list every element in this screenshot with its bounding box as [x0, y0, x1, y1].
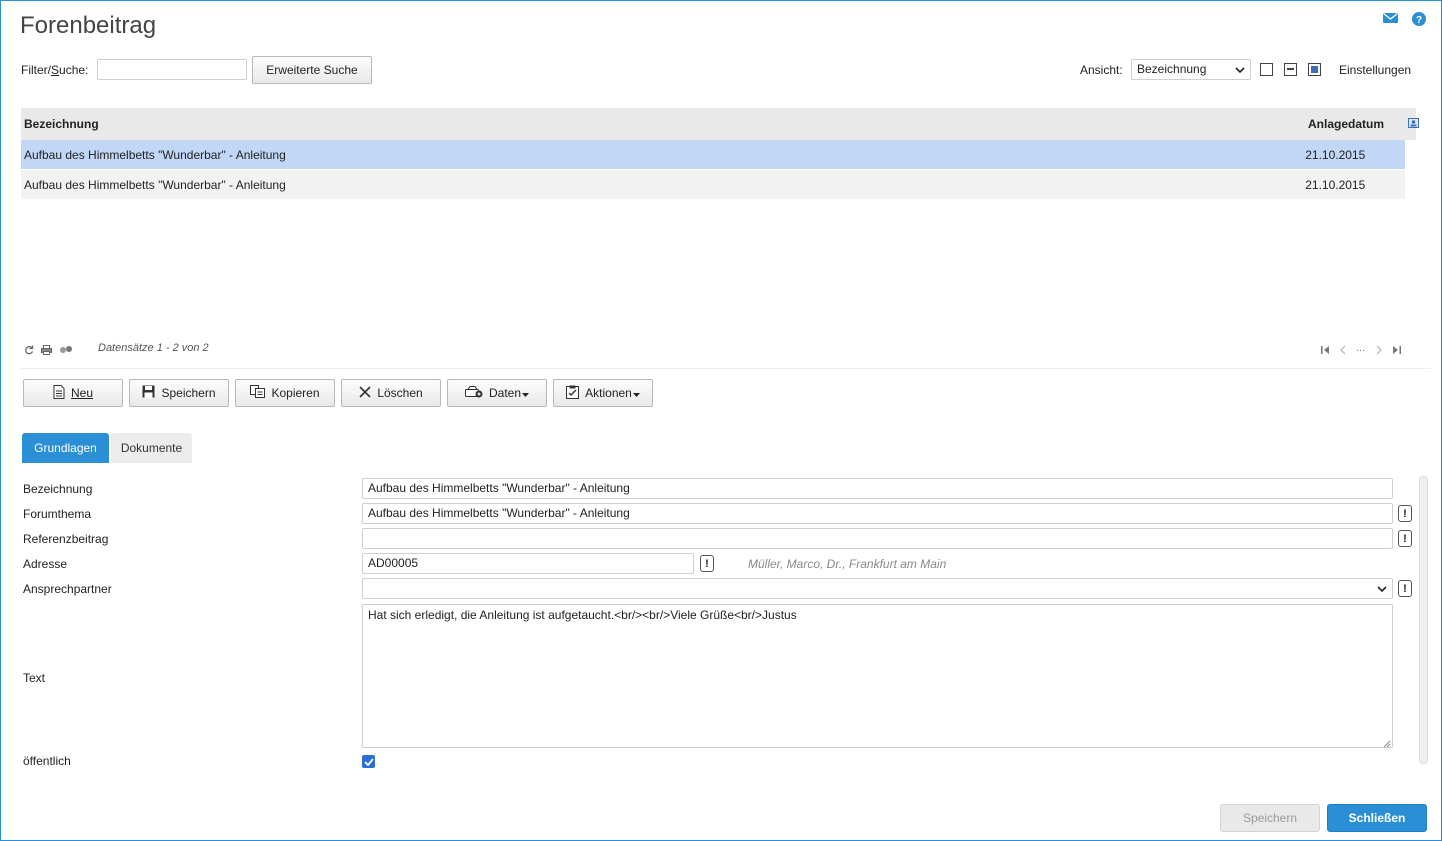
- toggle-icon[interactable]: [59, 344, 73, 358]
- column-header-anlagedatum[interactable]: Anlagedatum: [1308, 117, 1408, 131]
- adresse-label: Adresse: [23, 557, 68, 571]
- column-header-bezeichnung[interactable]: Bezeichnung: [21, 117, 1308, 131]
- copy-button-label: Kopieren: [271, 386, 320, 400]
- cell-anlagedatum: 21.10.2015: [1305, 177, 1366, 192]
- text-area[interactable]: Hat sich erledigt, die Anleitung ist auf…: [362, 604, 1393, 748]
- chevron-down-icon: [1377, 579, 1387, 598]
- ansprechpartner-select[interactable]: [362, 578, 1393, 599]
- delete-button-label: Löschen: [377, 386, 423, 400]
- data-menu-label: Daten: [488, 386, 522, 400]
- new-button-label: Neu: [70, 386, 93, 400]
- cell-bezeichnung: Aufbau des Himmelbetts "Wunderbar" - Anl…: [24, 177, 286, 192]
- view-single-icon[interactable]: [1260, 63, 1273, 76]
- records-grid: Bezeichnung Anlagedatum Aufbau des Himme…: [21, 108, 1419, 200]
- advanced-search-button[interactable]: Erweiterte Suche: [252, 56, 372, 84]
- cell-anlagedatum: 21.10.2015: [1305, 147, 1366, 162]
- copy-icon: [250, 385, 266, 401]
- ansprechpartner-lookup-button[interactable]: !: [1398, 580, 1412, 597]
- copy-button[interactable]: Kopieren: [235, 379, 335, 407]
- referenzbeitrag-label: Referenzbeitrag: [23, 532, 109, 546]
- bezeichnung-label: Bezeichnung: [23, 482, 93, 496]
- page-title: Forenbeitrag: [20, 12, 157, 39]
- footer-save-label: Speichern: [1242, 811, 1298, 825]
- close-button[interactable]: Schließen: [1327, 804, 1427, 832]
- view-full-icon[interactable]: [1308, 63, 1321, 76]
- footer-save-button[interactable]: Speichern: [1220, 804, 1320, 832]
- mail-icon[interactable]: [1383, 12, 1398, 24]
- grid-header: Bezeichnung Anlagedatum: [21, 108, 1419, 140]
- next-page-icon[interactable]: [1375, 344, 1383, 358]
- actions-menu-label: Aktionen: [585, 386, 632, 400]
- view-select[interactable]: Bezeichnung: [1131, 59, 1251, 80]
- column-chooser-icon[interactable]: [1408, 117, 1419, 131]
- ansprechpartner-label: Ansprechpartner: [23, 582, 112, 596]
- forumthema-field[interactable]: Aufbau des Himmelbetts "Wunderbar" - Anl…: [362, 503, 1393, 524]
- print-icon[interactable]: [41, 344, 52, 358]
- close-button-label: Schließen: [1348, 811, 1406, 825]
- oeffentlich-checkbox[interactable]: [362, 755, 375, 768]
- adresse-lookup-button[interactable]: !: [700, 555, 714, 572]
- chevron-down-icon: [1235, 60, 1245, 79]
- caret-down-icon: [522, 386, 530, 400]
- referenzbeitrag-lookup-button[interactable]: !: [1398, 530, 1412, 547]
- close-x-icon: [359, 385, 371, 401]
- save-button-label: Speichern: [161, 386, 216, 400]
- save-button[interactable]: Speichern: [129, 379, 229, 407]
- svg-text:?: ?: [1416, 15, 1422, 26]
- table-row[interactable]: Aufbau des Himmelbetts "Wunderbar" - Anl…: [21, 140, 1405, 170]
- table-row[interactable]: Aufbau des Himmelbetts "Wunderbar" - Anl…: [21, 170, 1405, 200]
- filter-label: Filter/Suche:: [21, 63, 89, 77]
- adresse-field[interactable]: AD00005: [362, 553, 694, 574]
- data-menu-button[interactable]: Daten: [447, 379, 547, 407]
- tab-grundlagen-label: Grundlagen: [34, 441, 97, 455]
- view-select-value: Bezeichnung: [1137, 62, 1207, 76]
- tab-grundlagen[interactable]: Grundlagen: [22, 433, 109, 463]
- tab-dokumente[interactable]: Dokumente: [111, 433, 192, 463]
- referenzbeitrag-field[interactable]: [362, 528, 1393, 549]
- prev-page-icon[interactable]: [1339, 344, 1347, 358]
- actions-menu-button[interactable]: Aktionen: [553, 379, 653, 407]
- tab-dokumente-label: Dokumente: [120, 441, 183, 455]
- data-icon: [464, 385, 483, 401]
- view-split-icon[interactable]: [1284, 63, 1297, 76]
- text-label: Text: [23, 671, 46, 685]
- advanced-search-label: Erweiterte Suche: [266, 63, 358, 77]
- settings-link[interactable]: Einstellungen: [1339, 63, 1411, 77]
- caret-down-icon: [632, 386, 640, 400]
- new-button[interactable]: Neu: [23, 379, 123, 407]
- bezeichnung-field[interactable]: Aufbau des Himmelbetts "Wunderbar" - Anl…: [362, 478, 1393, 499]
- search-input[interactable]: [97, 59, 247, 80]
- clipboard-icon: [566, 385, 580, 402]
- records-count: Datensätze 1 - 2 von 2: [98, 342, 209, 354]
- new-document-icon: [53, 384, 65, 402]
- oeffentlich-label: öffentlich: [23, 754, 71, 768]
- forumthema-lookup-button[interactable]: !: [1398, 505, 1412, 522]
- form-scrollbar[interactable]: [1419, 476, 1428, 764]
- delete-button[interactable]: Löschen: [341, 379, 441, 407]
- divider: [21, 368, 1431, 369]
- view-label: Ansicht:: [1080, 63, 1123, 77]
- resize-handle-icon[interactable]: [1382, 737, 1391, 751]
- first-page-icon[interactable]: [1320, 344, 1330, 358]
- pager-ellipsis: ...: [1356, 342, 1366, 354]
- help-icon[interactable]: ?: [1412, 12, 1426, 26]
- cell-bezeichnung: Aufbau des Himmelbetts "Wunderbar" - Anl…: [24, 147, 286, 162]
- refresh-icon[interactable]: [24, 344, 34, 358]
- adresse-info: Müller, Marco, Dr., Frankfurt am Main: [748, 557, 947, 571]
- save-icon: [142, 385, 155, 401]
- last-page-icon[interactable]: [1392, 344, 1402, 358]
- forumthema-label: Forumthema: [23, 507, 92, 521]
